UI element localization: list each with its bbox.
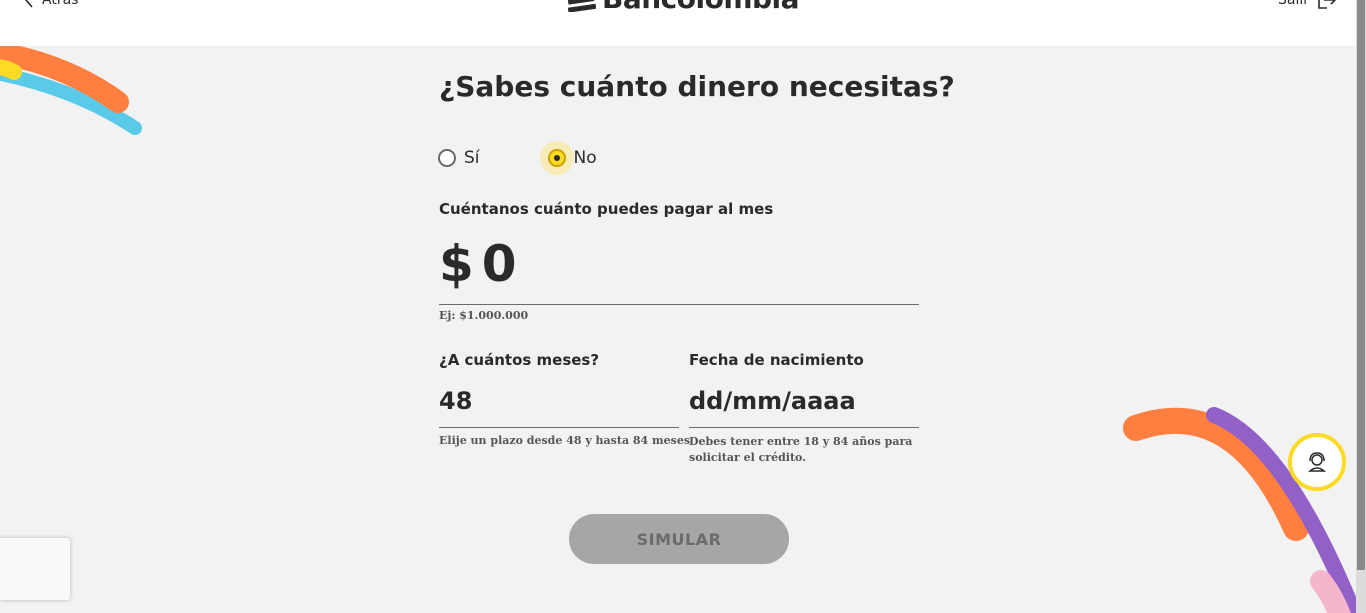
decorative-curve-top-left: [0, 41, 142, 135]
simulate-button[interactable]: SIMULAR: [569, 514, 789, 564]
months-hint: Elije un plazo desde 48 y hasta 84 meses: [439, 434, 691, 447]
page-scrollbar[interactable]: [1356, 0, 1366, 613]
radio-option-no[interactable]: No: [547, 148, 597, 168]
monthly-payment-label: Cuéntanos cuánto puedes pagar al mes: [439, 200, 774, 218]
birth-date-label: Fecha de nacimiento: [689, 351, 864, 369]
radio-no[interactable]: [547, 149, 566, 167]
currency-symbol: $: [439, 235, 474, 293]
birth-date-hint-line-1: Debes tener entre 18 y 84 años para: [689, 435, 913, 448]
monthly-payment-hint: Ej: $1.000.000: [439, 309, 529, 322]
birth-date-placeholder: dd/mm/aaaa: [689, 387, 856, 415]
back-label: Atrás: [42, 0, 79, 8]
exit-label: Salir: [1278, 0, 1310, 8]
scrollbar-thumb[interactable]: [1357, 0, 1365, 570]
bancolombia-logo-icon: [567, 0, 596, 12]
monthly-payment-value: 0: [481, 235, 517, 293]
months-label: ¿A cuántos meses?: [439, 351, 600, 369]
monthly-payment-input[interactable]: $ 0: [439, 224, 919, 305]
radio-no-label: No: [573, 148, 597, 168]
exit-link[interactable]: Salir: [1278, 0, 1337, 12]
logo-text: Bancolombia: [602, 0, 800, 15]
radio-yes-label: Sí: [464, 148, 480, 168]
help-chat-button[interactable]: [1288, 433, 1346, 491]
radio-option-yes[interactable]: Sí: [438, 148, 480, 168]
recaptcha-badge[interactable]: [0, 538, 70, 600]
chevron-left-icon: [24, 0, 33, 8]
radio-yes[interactable]: [438, 149, 456, 167]
top-bar: Atrás Bancolombia Salir: [0, 0, 1356, 46]
back-link[interactable]: Atrás: [24, 0, 78, 12]
support-agent-icon: [1307, 452, 1327, 472]
bancolombia-logo[interactable]: Bancolombia: [566, 0, 800, 15]
birth-date-hint-line-2: solicitar el crédito.: [689, 451, 807, 464]
exit-icon: [1318, 0, 1337, 9]
money-known-radio-group: Sí No: [438, 148, 597, 168]
birth-date-input[interactable]: dd/mm/aaaa: [689, 375, 919, 428]
months-input[interactable]: 48: [439, 375, 679, 428]
page-title: ¿Sabes cuánto dinero necesitas?: [439, 70, 955, 103]
months-value: 48: [439, 387, 473, 415]
birth-date-hint: Debes tener entre 18 y 84 años para soli…: [689, 434, 912, 466]
